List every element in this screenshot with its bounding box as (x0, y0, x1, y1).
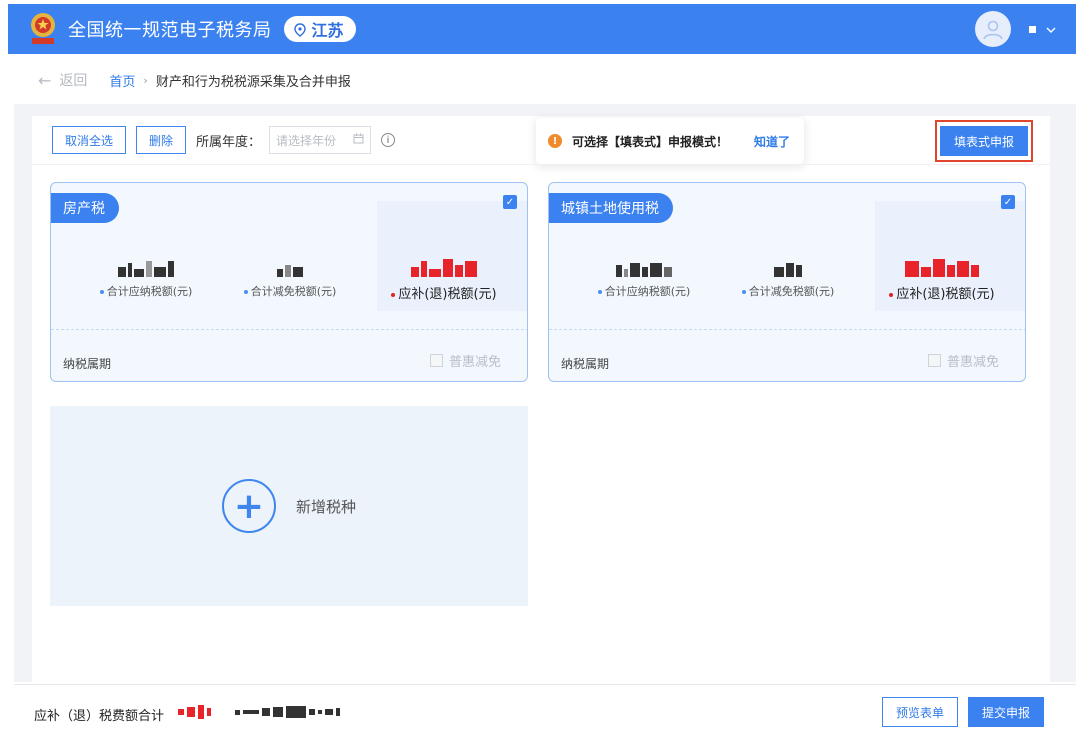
card-checkbox[interactable]: ✓ (503, 195, 517, 209)
metric-value-redacted (867, 255, 1017, 277)
checkbox-box (429, 354, 443, 367)
bullet-dot (741, 290, 746, 294)
card-divider (51, 329, 527, 330)
user-avatar-icon[interactable] (975, 11, 1011, 47)
bullet-dot-red (391, 292, 396, 297)
metric-value-redacted (71, 255, 221, 277)
add-tax-type-label: 新增税种 (295, 497, 356, 516)
metric-label: 应补(退)税额(元) (398, 287, 497, 302)
metric-label: 合计应纳税额(元) (604, 285, 691, 298)
arrow-left-icon: ← (38, 70, 52, 90)
toolbar-divider (32, 164, 1050, 165)
total-due-value-redacted (178, 705, 340, 719)
got-it-link[interactable]: 知道了 (754, 133, 790, 150)
region-label: 江苏 (311, 21, 344, 40)
relief-label: 普惠减免 (946, 355, 999, 370)
hint-message: 可选择【填表式】申报模式！ (572, 134, 729, 149)
bullet-dot-red (889, 292, 894, 297)
tax-card-tag: 城镇土地使用税 (549, 193, 673, 223)
bullet-dot (99, 290, 104, 294)
tax-period-label: 纳税属期 (561, 357, 610, 371)
metric-value-redacted (369, 255, 519, 277)
fill-form-highlight: 填表式申报 (935, 120, 1033, 162)
user-menu-dropdown[interactable] (1029, 22, 1056, 36)
metric-label: 合计减免税额(元) (250, 285, 337, 298)
metric-label: 合计减免税额(元) (748, 285, 835, 298)
info-icon[interactable]: i (381, 133, 396, 147)
card-checkbox[interactable]: ✓ (1001, 195, 1015, 209)
deselect-all-button[interactable]: 取消全选 (52, 126, 127, 154)
calendar-icon (353, 133, 364, 147)
user-name-redacted (1029, 25, 1036, 33)
breadcrumb-current: 财产和行为税税源采集及合并申报 (155, 74, 351, 90)
total-due-label: 应补（退）税费额合计 (34, 709, 165, 724)
content-area: 取消全选 删除 所属年度： 请选择年份 i ! 可选择【填表式】申报模式！ 知道… (32, 116, 1050, 682)
tax-card-land-use[interactable]: 城镇土地使用税 ✓ 合计应纳税额(元) 合计减免税额(元) 应补(退)税额(元) (548, 182, 1026, 382)
mode-hint-tooltip: ! 可选择【填表式】申报模式！ 知道了 (536, 118, 804, 164)
region-selector[interactable]: 江苏 (283, 16, 356, 42)
metric-value-redacted (713, 255, 863, 277)
tax-card-tag: 房产税 (51, 193, 119, 223)
preview-form-button[interactable]: 预览表单 (882, 697, 958, 727)
tax-emblem-icon (26, 10, 60, 48)
bullet-dot (243, 290, 248, 294)
delete-button[interactable]: 删除 (136, 126, 187, 154)
top-header-bar: 全国统一规范电子税务局 江苏 (8, 4, 1076, 54)
tax-period-label: 纳税属期 (63, 357, 112, 371)
year-picker-input[interactable]: 请选择年份 (269, 126, 372, 154)
card-divider (549, 329, 1025, 330)
inclusive-relief-checkbox[interactable]: 普惠减免 (927, 351, 999, 370)
metric-label: 应补(退)税额(元) (896, 287, 995, 302)
metric-tax-relief: 合计减免税额(元) (713, 255, 863, 299)
bullet-dot (597, 290, 602, 294)
main-panel: 取消全选 删除 所属年度： 请选择年份 i ! 可选择【填表式】申报模式！ 知道… (14, 104, 1076, 682)
metric-tax-payable: 合计应纳税额(元) (569, 255, 719, 299)
plus-circle-icon: + (221, 479, 276, 533)
submit-declaration-button[interactable]: 提交申报 (968, 697, 1044, 727)
metric-value-redacted (215, 255, 365, 277)
relief-label: 普惠减免 (448, 355, 501, 370)
toolbar: 取消全选 删除 所属年度： 请选择年份 i (52, 126, 396, 154)
breadcrumb-separator: › (143, 73, 148, 87)
add-tax-type-tile[interactable]: + 新增税种 (50, 406, 528, 606)
metric-tax-relief: 合计减免税额(元) (215, 255, 365, 299)
metric-value-redacted (569, 255, 719, 277)
breadcrumb: ← 返回 首页 › 财产和行为税税源采集及合并申报 (38, 70, 351, 90)
year-placeholder: 请选择年份 (276, 133, 337, 148)
metric-label: 合计应纳税额(元) (106, 285, 193, 298)
checkbox-box (927, 354, 941, 367)
breadcrumb-home-link[interactable]: 首页 (109, 71, 135, 90)
metric-tax-due: 应补(退)税额(元) (867, 255, 1017, 302)
inclusive-relief-checkbox[interactable]: 普惠减免 (429, 351, 501, 370)
metric-tax-payable: 合计应纳税额(元) (71, 255, 221, 299)
warning-icon: ! (548, 134, 562, 148)
fill-form-declare-button[interactable]: 填表式申报 (940, 126, 1028, 156)
footer-bar: 应补（退）税费额合计 预览表单 提交申报 (14, 684, 1076, 740)
tax-card-property[interactable]: 房产税 ✓ 合计应纳税额(元) 合计减免税额(元) 应补(退)税额(元) 纳税属… (50, 182, 528, 382)
location-pin-icon (293, 22, 306, 37)
chevron-down-icon (1046, 22, 1056, 36)
metric-tax-due: 应补(退)税额(元) (369, 255, 519, 302)
year-label: 所属年度： (196, 134, 262, 150)
back-label: 返回 (59, 73, 88, 89)
back-button[interactable]: ← 返回 (38, 70, 87, 90)
app-title: 全国统一规范电子税务局 (68, 20, 272, 41)
